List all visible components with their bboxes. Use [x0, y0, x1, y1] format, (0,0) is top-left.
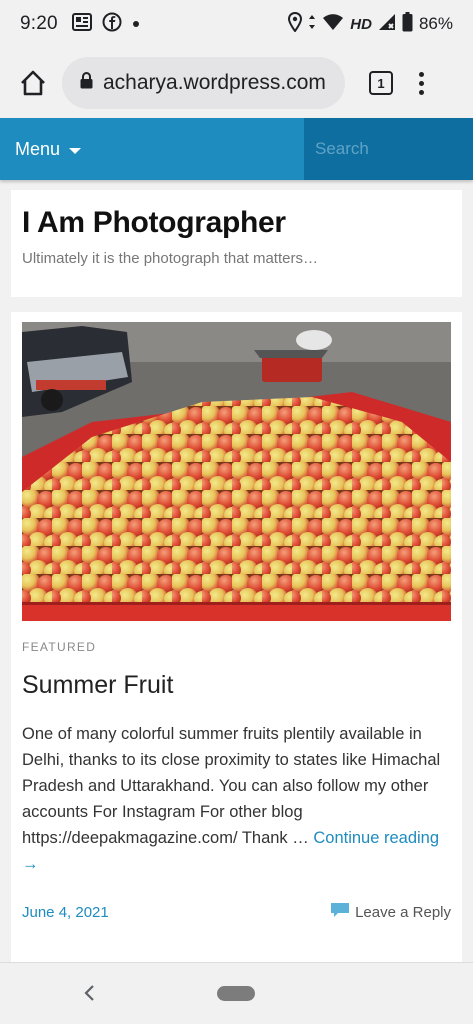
- news-icon: [71, 12, 92, 36]
- url-text: acharya.wordpress.com: [103, 71, 326, 94]
- url-bar[interactable]: acharya.wordpress.com: [62, 57, 345, 109]
- network-type-label: HD: [350, 15, 372, 33]
- lock-icon: [80, 71, 93, 94]
- search-box: [304, 118, 473, 180]
- menu-toggle-button[interactable]: Menu: [0, 118, 304, 180]
- post-excerpt: One of many colorful summer fruits plent…: [22, 721, 451, 877]
- back-arrow-icon[interactable]: [82, 983, 96, 1008]
- caret-down-icon: [69, 147, 82, 154]
- home-icon: [21, 70, 45, 96]
- system-navigation-bar: [0, 962, 473, 1024]
- post-featured-image[interactable]: [22, 322, 451, 621]
- data-arrows-icon: [308, 14, 316, 35]
- leave-reply-label: Leave a Reply: [355, 903, 451, 921]
- status-time: 9:20: [20, 13, 58, 34]
- search-input[interactable]: [315, 139, 465, 159]
- menu-label: Menu: [15, 138, 61, 159]
- site-description: Ultimately it is the photograph that mat…: [22, 250, 318, 267]
- leave-reply-link[interactable]: Leave a Reply: [329, 901, 451, 923]
- post-title[interactable]: Summer Fruit: [22, 671, 451, 700]
- tab-switcher-button[interactable]: 1: [369, 71, 393, 95]
- comment-bubble-icon: [329, 901, 351, 923]
- home-button[interactable]: [18, 68, 48, 98]
- post-date-link[interactable]: June 4, 2021: [22, 904, 109, 921]
- post-footer: June 4, 2021 Leave a Reply: [22, 901, 451, 923]
- battery-percent: 86%: [418, 14, 453, 33]
- facebook-icon: [102, 12, 122, 37]
- site-navigation: Menu: [0, 118, 473, 180]
- wifi-icon: [322, 13, 344, 36]
- signal-icon: [378, 13, 396, 36]
- location-icon: [288, 11, 303, 37]
- more-options-icon[interactable]: [419, 71, 424, 95]
- battery-icon: [402, 11, 413, 37]
- browser-toolbar: acharya.wordpress.com 1: [0, 48, 473, 118]
- home-pill-button[interactable]: [217, 986, 255, 1001]
- post-card: FEATURED Summer Fruit One of many colorf…: [11, 312, 462, 962]
- post-category-label: FEATURED: [22, 640, 97, 654]
- status-bar: 9:20 HD 86%: [0, 0, 473, 48]
- notification-dot-icon: [132, 15, 140, 33]
- site-header: I Am Photographer Ultimately it is the p…: [11, 190, 462, 297]
- site-title[interactable]: I Am Photographer: [22, 206, 451, 240]
